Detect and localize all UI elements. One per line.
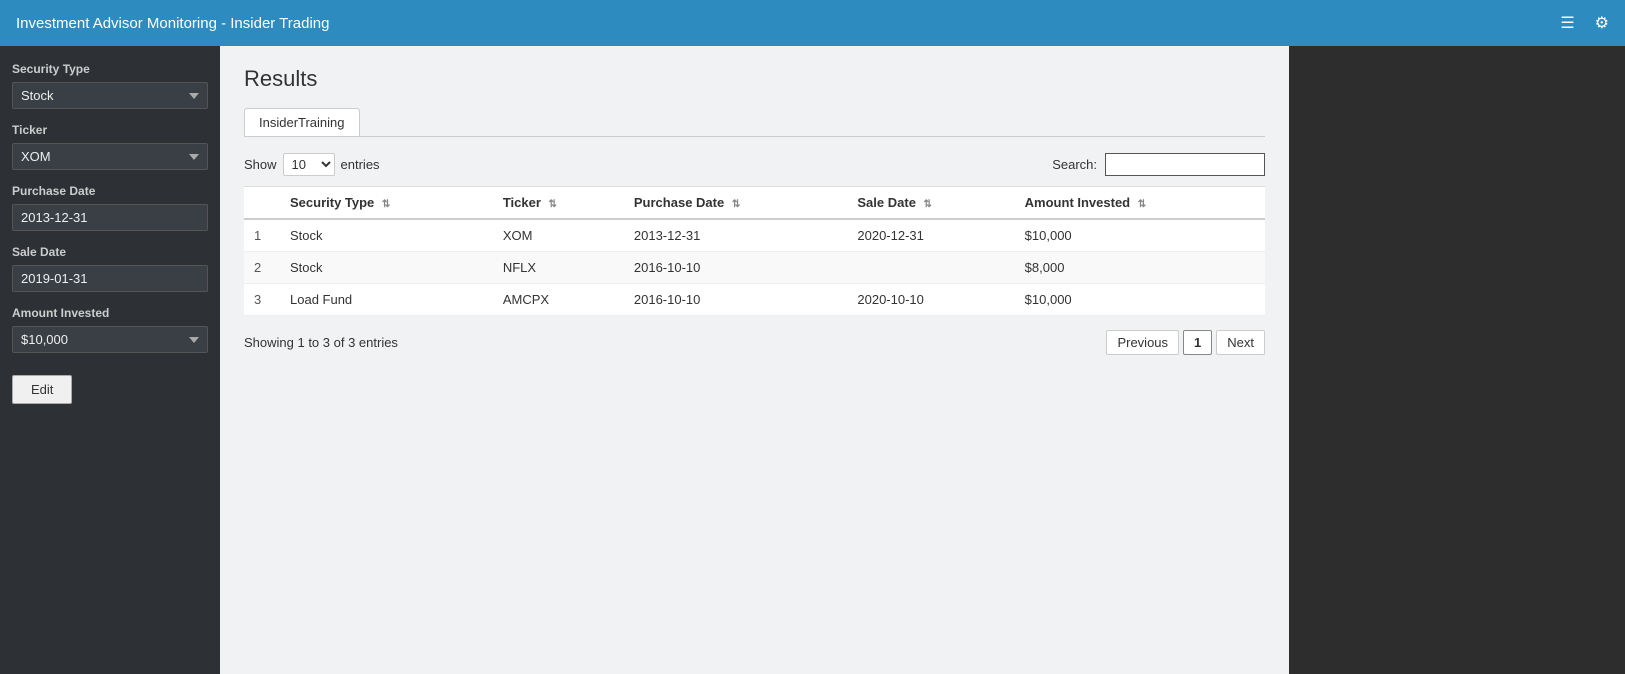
- security-type-label: Security Type: [12, 62, 208, 76]
- results-title: Results: [244, 66, 1265, 92]
- amount-invested-label: Amount Invested: [12, 306, 208, 320]
- topbar: Investment Advisor Monitoring - Insider …: [0, 0, 1625, 46]
- edit-button[interactable]: Edit: [12, 375, 72, 404]
- next-button[interactable]: Next: [1216, 330, 1265, 355]
- entries-label: entries: [341, 157, 380, 172]
- col-ticker[interactable]: Ticker ⇅: [493, 187, 624, 220]
- table-row: 3 Load Fund AMCPX 2016-10-10 2020-10-10 …: [244, 284, 1265, 316]
- sort-icon-security-type: ⇅: [382, 199, 390, 210]
- purchase-date-section: Purchase Date 2013-12-31: [12, 184, 208, 231]
- cell-sale-date: 2020-10-10: [847, 284, 1014, 316]
- sidebar: Security Type Stock Load Fund Bond Ticke…: [0, 46, 220, 674]
- sale-date-input[interactable]: 2019-01-31: [12, 265, 208, 292]
- table-row: 2 Stock NFLX 2016-10-10 $8,000: [244, 252, 1265, 284]
- sort-icon-purchase-date: ⇅: [732, 199, 740, 210]
- main-layout: Security Type Stock Load Fund Bond Ticke…: [0, 46, 1625, 674]
- cell-index: 3: [244, 284, 280, 316]
- cell-sale-date: [847, 252, 1014, 284]
- purchase-date-input[interactable]: 2013-12-31: [12, 204, 208, 231]
- previous-button[interactable]: Previous: [1106, 330, 1179, 355]
- table-body: 1 Stock XOM 2013-12-31 2020-12-31 $10,00…: [244, 219, 1265, 316]
- cell-index: 1: [244, 219, 280, 252]
- cell-amount-invested: $10,000: [1015, 219, 1265, 252]
- insider-training-tab[interactable]: InsiderTraining: [244, 108, 360, 136]
- ticker-section: Ticker XOM NFLX AMCPX: [12, 123, 208, 170]
- cell-ticker: NFLX: [493, 252, 624, 284]
- security-type-section: Security Type Stock Load Fund Bond: [12, 62, 208, 109]
- search-label: Search:: [1052, 157, 1097, 172]
- col-security-type[interactable]: Security Type ⇅: [280, 187, 493, 220]
- show-entries: Show 10 25 50 100 entries: [244, 153, 380, 176]
- showing-text: Showing 1 to 3 of 3 entries: [244, 335, 398, 350]
- sort-icon-ticker: ⇅: [549, 199, 557, 210]
- right-panel: [1289, 46, 1625, 674]
- col-purchase-date[interactable]: Purchase Date ⇅: [624, 187, 848, 220]
- menu-icon[interactable]: ☰: [1560, 13, 1574, 33]
- tab-bar: InsiderTraining: [244, 108, 1265, 137]
- col-amount-invested[interactable]: Amount Invested ⇅: [1015, 187, 1265, 220]
- cell-index: 2: [244, 252, 280, 284]
- amount-invested-section: Amount Invested $10,000 $8,000 $5,000: [12, 306, 208, 353]
- page-controls: Previous 1 Next: [1106, 330, 1265, 355]
- search-box: Search:: [1052, 153, 1265, 176]
- security-type-select[interactable]: Stock Load Fund Bond: [12, 82, 208, 109]
- cell-ticker: AMCPX: [493, 284, 624, 316]
- ticker-select[interactable]: XOM NFLX AMCPX: [12, 143, 208, 170]
- sale-date-section: Sale Date 2019-01-31: [12, 245, 208, 292]
- col-index: [244, 187, 280, 220]
- table-controls: Show 10 25 50 100 entries Search:: [244, 153, 1265, 176]
- pagination: Showing 1 to 3 of 3 entries Previous 1 N…: [244, 330, 1265, 355]
- ticker-label: Ticker: [12, 123, 208, 137]
- search-input[interactable]: [1105, 153, 1265, 176]
- table-header-row: Security Type ⇅ Ticker ⇅ Purchase Date ⇅…: [244, 187, 1265, 220]
- cell-purchase-date: 2013-12-31: [624, 219, 848, 252]
- sort-icon-amount-invested: ⇅: [1138, 199, 1146, 210]
- table-row: 1 Stock XOM 2013-12-31 2020-12-31 $10,00…: [244, 219, 1265, 252]
- cell-amount-invested: $8,000: [1015, 252, 1265, 284]
- cell-purchase-date: 2016-10-10: [624, 252, 848, 284]
- settings-icon[interactable]: ⚙: [1595, 13, 1609, 33]
- amount-invested-select[interactable]: $10,000 $8,000 $5,000: [12, 326, 208, 353]
- cell-sale-date: 2020-12-31: [847, 219, 1014, 252]
- cell-security-type: Stock: [280, 219, 493, 252]
- content-area: Results InsiderTraining Show 10 25 50 10…: [220, 46, 1289, 674]
- data-table: Security Type ⇅ Ticker ⇅ Purchase Date ⇅…: [244, 186, 1265, 316]
- app-title: Investment Advisor Monitoring - Insider …: [16, 15, 329, 32]
- col-sale-date[interactable]: Sale Date ⇅: [847, 187, 1014, 220]
- sort-icon-sale-date: ⇅: [924, 199, 932, 210]
- show-label: Show: [244, 157, 277, 172]
- show-select[interactable]: 10 25 50 100: [283, 153, 335, 176]
- sale-date-label: Sale Date: [12, 245, 208, 259]
- cell-security-type: Stock: [280, 252, 493, 284]
- cell-purchase-date: 2016-10-10: [624, 284, 848, 316]
- topbar-icons: ☰ ⚙: [1560, 13, 1609, 33]
- edit-section: Edit: [12, 367, 208, 404]
- cell-security-type: Load Fund: [280, 284, 493, 316]
- purchase-date-label: Purchase Date: [12, 184, 208, 198]
- cell-ticker: XOM: [493, 219, 624, 252]
- cell-amount-invested: $10,000: [1015, 284, 1265, 316]
- page-1-button[interactable]: 1: [1183, 330, 1212, 355]
